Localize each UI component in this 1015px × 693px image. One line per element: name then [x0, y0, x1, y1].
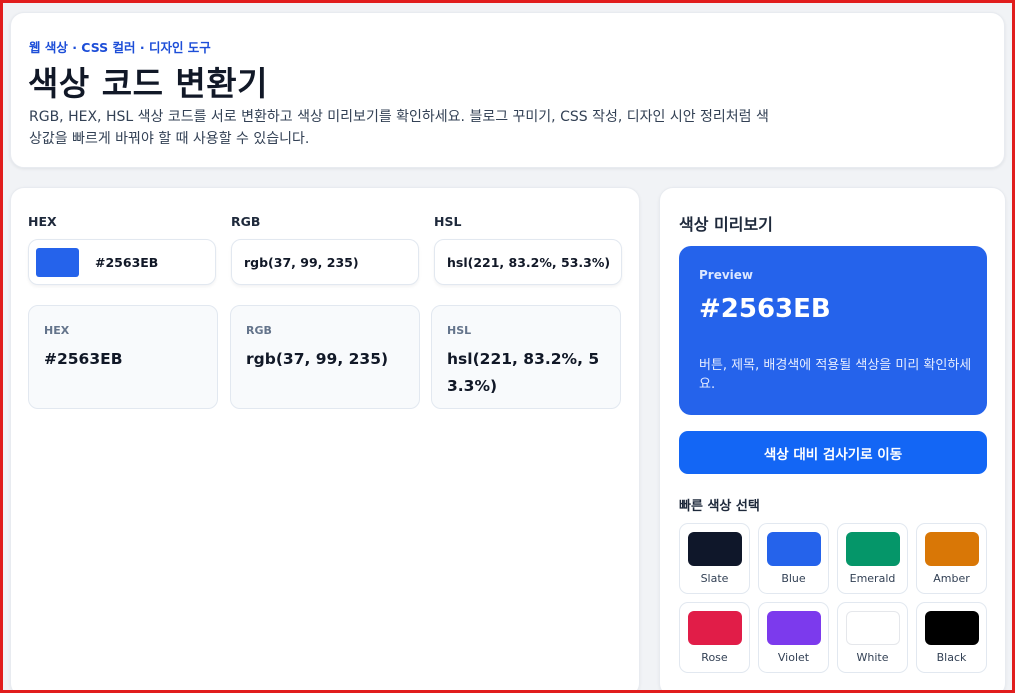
- contrast-checker-button[interactable]: 색상 대비 검사기로 이동: [679, 431, 987, 474]
- quick-color-rose[interactable]: Rose: [679, 602, 750, 673]
- quick-color-name: Violet: [777, 651, 810, 664]
- quick-color-swatch: [845, 611, 900, 645]
- hex-output-value: #2563EB: [44, 350, 123, 368]
- hsl-label: HSL: [434, 214, 462, 229]
- rgb-output-value: rgb(37, 99, 235): [246, 350, 389, 368]
- quick-color-swatch: [845, 532, 900, 566]
- quick-color-name: White: [856, 651, 889, 664]
- quick-color-swatch: [687, 532, 742, 566]
- quick-color-name: Blue: [781, 572, 806, 585]
- quick-color-name: Slate: [700, 572, 729, 585]
- preview-tag: Preview: [699, 268, 754, 282]
- quick-color-slate[interactable]: Slate: [679, 523, 750, 594]
- hsl-field: [434, 239, 622, 285]
- hex-output-label: HEX: [44, 324, 70, 337]
- hex-field: [28, 239, 216, 285]
- quick-color-swatch: [687, 611, 742, 645]
- hsl-output-box: HSL hsl(221, 83.2%, 53.3%): [431, 305, 621, 409]
- quick-color-amber[interactable]: Amber: [916, 523, 987, 594]
- hex-label: HEX: [28, 214, 57, 229]
- hsl-input[interactable]: [435, 254, 621, 270]
- quick-color-swatch: [924, 532, 979, 566]
- rgb-output-box: RGB rgb(37, 99, 235): [230, 305, 420, 409]
- quick-color-white[interactable]: White: [837, 602, 908, 673]
- quick-color-swatch: [766, 532, 821, 566]
- quick-color-violet[interactable]: Violet: [758, 602, 829, 673]
- app-frame: 웹 색상 · CSS 컬러 · 디자인 도구 색상 코드 변환기 RGB, HE…: [0, 0, 1015, 693]
- quick-color-blue[interactable]: Blue: [758, 523, 829, 594]
- preview-card: 색상 미리보기 Preview #2563EB 버튼, 제목, 배경색에 적용될…: [659, 187, 1006, 690]
- preview-description: 버튼, 제목, 배경색에 적용될 색상을 미리 확인하세요.: [699, 358, 972, 392]
- quick-color-name: Emerald: [849, 572, 896, 585]
- quick-color-swatch: [766, 611, 821, 645]
- converter-card: HEX RGB HSL HEX #2563EB RGB rgb(37, 99, …: [10, 187, 640, 690]
- color-preview-box: Preview #2563EB 버튼, 제목, 배경색에 적용될 색상을 미리 …: [679, 246, 987, 415]
- hex-output-box: HEX #2563EB: [28, 305, 218, 409]
- quick-color-name: Black: [936, 651, 967, 664]
- hsl-output-value: hsl(221, 83.2%, 53.3%): [447, 350, 600, 395]
- quick-color-name: Amber: [933, 572, 970, 585]
- quick-colors-grid: Slate Blue Emerald Amber Rose Violet White Blac…: [679, 523, 989, 673]
- rgb-label: RGB: [231, 214, 261, 229]
- preview-hex-value: #2563EB: [699, 294, 831, 324]
- hsl-output-label: HSL: [447, 324, 472, 337]
- eyebrow-text: 웹 색상 · CSS 컬러 · 디자인 도구: [29, 40, 211, 55]
- rgb-input[interactable]: [232, 254, 418, 270]
- rgb-output-label: RGB: [246, 324, 272, 337]
- quick-color-name: Rose: [701, 651, 728, 664]
- page-description: RGB, HEX, HSL 색상 코드를 서로 변환하고 색상 미리보기를 확인…: [29, 109, 769, 147]
- quick-color-emerald[interactable]: Emerald: [837, 523, 908, 594]
- quick-color-black[interactable]: Black: [916, 602, 987, 673]
- rgb-field: [231, 239, 419, 285]
- hex-input[interactable]: [79, 254, 215, 270]
- header-card: 웹 색상 · CSS 컬러 · 디자인 도구 색상 코드 변환기 RGB, HE…: [10, 12, 1005, 168]
- color-picker-swatch[interactable]: [36, 247, 79, 277]
- preview-heading: 색상 미리보기: [679, 215, 773, 234]
- page-title: 색상 코드 변환기: [28, 64, 268, 103]
- quick-color-swatch: [924, 611, 979, 645]
- quick-colors-heading: 빠른 색상 선택: [679, 499, 760, 514]
